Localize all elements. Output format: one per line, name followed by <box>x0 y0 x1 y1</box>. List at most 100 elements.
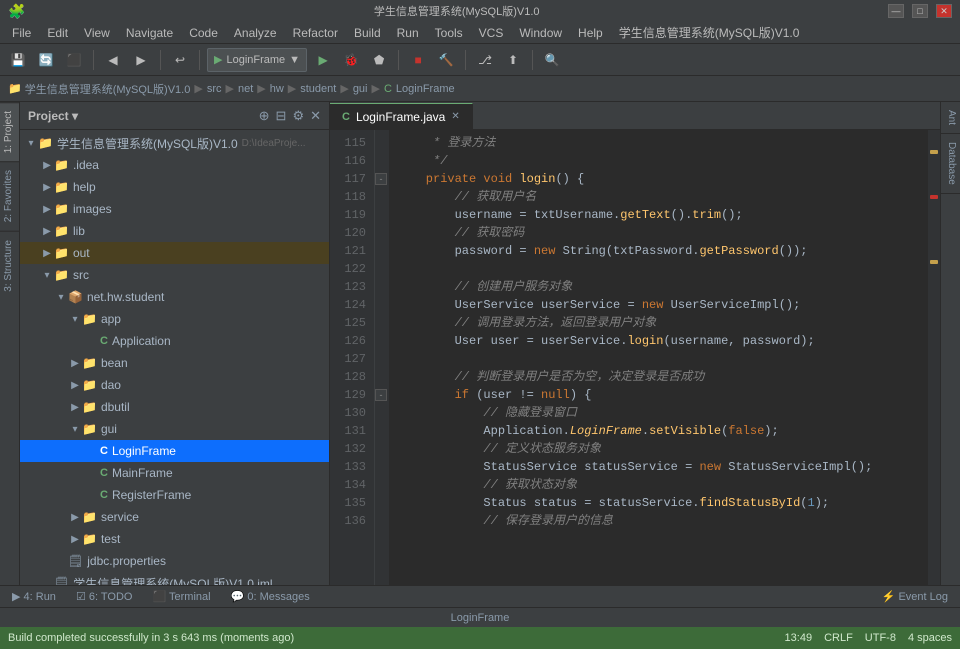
ln-128: 128 <box>330 368 366 386</box>
run-config-dropdown[interactable]: ▶ LoginFrame ▼ <box>207 48 307 72</box>
add-icon[interactable]: ⊕ <box>259 108 270 124</box>
menu-item-view[interactable]: View <box>76 24 118 42</box>
tab-close-icon[interactable]: ✕ <box>451 111 459 122</box>
right-gutter <box>928 130 940 585</box>
toolbar-btn-2[interactable]: 🔄 <box>34 48 58 72</box>
tree-item-application[interactable]: ▶ C Application <box>20 330 329 352</box>
tree-item-src[interactable]: ▾ 📁 src <box>20 264 329 286</box>
bc-student[interactable]: student <box>300 83 336 95</box>
bc-sep-4: ▶ <box>288 82 296 95</box>
toolbar-build[interactable]: 🔨 <box>434 48 458 72</box>
fold-btn-117[interactable]: - <box>375 173 387 185</box>
tree-item-images[interactable]: ▶ 📁 images <box>20 198 329 220</box>
menu-item-analyze[interactable]: Analyze <box>226 24 285 42</box>
src-folder-icon: 📁 <box>54 268 69 282</box>
run-with-coverage[interactable]: ⬟ <box>367 48 391 72</box>
ln-125: 125 <box>330 314 366 332</box>
tree-item-loginframe[interactable]: ▶ C LoginFrame <box>20 440 329 462</box>
title-bar: 🧩 学生信息管理系统(MySQL版)V1.0 — □ ✕ <box>0 0 960 22</box>
fold-btn-129[interactable]: - <box>375 389 387 401</box>
tree-item-bean[interactable]: ▶ 📁 bean <box>20 352 329 374</box>
close-panel-icon[interactable]: ✕ <box>310 108 321 124</box>
tree-item-jdbc[interactable]: ▶ 🗒 jdbc.properties <box>20 550 329 572</box>
sidebar-tab-structure[interactable]: 3: Structure <box>0 231 19 300</box>
tree-out-label: out <box>73 246 90 260</box>
run-config-arrow: ▼ <box>289 54 300 66</box>
lib-folder-icon: 📁 <box>54 224 69 238</box>
right-tab-database[interactable]: Database <box>941 134 960 194</box>
bottom-tab-terminal[interactable]: ⬛ Terminal <box>144 588 218 605</box>
bc-gui[interactable]: gui <box>353 83 368 95</box>
menu-item-refactor[interactable]: Refactor <box>285 24 346 42</box>
menu-item-edit[interactable]: Edit <box>39 24 76 42</box>
tree-item-app[interactable]: ▾ 📁 app <box>20 308 329 330</box>
right-tab-ant[interactable]: Ant <box>941 102 960 134</box>
toolbar-btn-3[interactable]: ⬛ <box>62 48 86 72</box>
bottom-tab-todo[interactable]: ☑ 6: TODO <box>68 588 141 605</box>
stop-button[interactable]: ■ <box>406 48 430 72</box>
tree-item-registerframe[interactable]: ▶ C RegisterFrame <box>20 484 329 506</box>
minimize-button[interactable]: — <box>888 4 904 18</box>
menu-item-mysqlv[interactable]: 学生信息管理系统(MySQL版)V1.0 <box>611 22 808 43</box>
bottom-tab-eventlog[interactable]: ⚡ Event Log <box>874 588 956 605</box>
ln-122: 122 <box>330 260 366 278</box>
tree-item-gui[interactable]: ▾ 📁 gui <box>20 418 329 440</box>
tree-item-idea[interactable]: ▶ 📁 .idea <box>20 154 329 176</box>
collapse-icon[interactable]: ⊟ <box>276 108 287 124</box>
menu-item-file[interactable]: File <box>4 24 39 42</box>
ln-134: 134 <box>330 476 366 494</box>
maximize-button[interactable]: □ <box>912 4 928 18</box>
bc-src[interactable]: src <box>207 83 222 95</box>
sidebar-tab-favorites[interactable]: 2: Favorites <box>0 161 19 230</box>
menu-item-navigate[interactable]: Navigate <box>118 24 181 42</box>
toolbar-sep-2 <box>160 50 161 70</box>
search-everywhere[interactable]: 🔍 <box>540 48 564 72</box>
bc-project[interactable]: 📁 学生信息管理系统(MySQL版)V1.0 <box>8 81 190 97</box>
settings-icon[interactable]: ⚙ <box>292 108 304 124</box>
sidebar-tab-project[interactable]: 1: Project <box>0 102 19 161</box>
toolbar-update[interactable]: ⬆ <box>501 48 525 72</box>
toolbar-git[interactable]: ⎇ <box>473 48 497 72</box>
tree-item-lib[interactable]: ▶ 📁 lib <box>20 220 329 242</box>
tree-item-dao[interactable]: ▶ 📁 dao <box>20 374 329 396</box>
close-button[interactable]: ✕ <box>936 4 952 18</box>
tree-item-service[interactable]: ▶ 📁 service <box>20 506 329 528</box>
debug-button[interactable]: 🐞 <box>339 48 363 72</box>
gutter-mark-1 <box>930 150 938 154</box>
menu-item-run[interactable]: Run <box>389 24 427 42</box>
forward-button[interactable]: ▶ <box>129 48 153 72</box>
tree-app-label: app <box>101 312 121 326</box>
bottom-tab-messages[interactable]: 💬 0: Messages <box>223 588 318 605</box>
tree-item-out[interactable]: ▶ 📁 out <box>20 242 329 264</box>
ln-115: 115 <box>330 134 366 152</box>
run-button[interactable]: ▶ <box>311 48 335 72</box>
editor-tab-loginframe[interactable]: C LoginFrame.java ✕ <box>330 103 473 129</box>
bc-hw[interactable]: hw <box>270 83 284 95</box>
tree-item-mainframe[interactable]: ▶ C MainFrame <box>20 462 329 484</box>
menu-item-tools[interactable]: Tools <box>427 24 471 42</box>
tree-item-help[interactable]: ▶ 📁 help <box>20 176 329 198</box>
bc-java-icon: C <box>384 83 392 95</box>
tree-item-test[interactable]: ▶ 📁 test <box>20 528 329 550</box>
tree-item-dbutil[interactable]: ▶ 📁 dbutil <box>20 396 329 418</box>
tree-item-iml[interactable]: ▶ 🗒 学生信息管理系统(MySQL版)V1.0.iml <box>20 572 329 585</box>
line-numbers: 115 116 117 118 119 120 121 122 123 124 … <box>330 130 375 585</box>
toolbar-undo[interactable]: ↩ <box>168 48 192 72</box>
tree-item-root[interactable]: ▾ 📁 学生信息管理系统(MySQL版)V1.0 D:\IdeaProje... <box>20 132 329 154</box>
menu-item-code[interactable]: Code <box>181 24 226 42</box>
toolbar-btn-1[interactable]: 💾 <box>6 48 30 72</box>
bc-net[interactable]: net <box>238 83 253 95</box>
bc-loginframe[interactable]: LoginFrame <box>396 83 455 95</box>
menu-item-help[interactable]: Help <box>570 24 611 42</box>
menu-item-vcs[interactable]: VCS <box>471 24 512 42</box>
menu-item-window[interactable]: Window <box>511 24 570 42</box>
bottom-tab-run[interactable]: ▶ 4: Run <box>4 588 64 605</box>
project-panel: Project ▾ ⊕ ⊟ ⚙ ✕ ▾ 📁 学生信息管理系统(MySQL版)V1… <box>20 102 330 585</box>
service-folder-icon: 📁 <box>82 510 97 524</box>
tree-registerframe-label: RegisterFrame <box>112 488 191 502</box>
tree-item-nethwstudent[interactable]: ▾ 📦 net.hw.student <box>20 286 329 308</box>
menu-item-build[interactable]: Build <box>346 24 389 42</box>
code-editor[interactable]: * 登录方法 */ private void login() { // 获取用户… <box>389 130 928 585</box>
back-button[interactable]: ◀ <box>101 48 125 72</box>
tree-lib-label: lib <box>73 224 85 238</box>
